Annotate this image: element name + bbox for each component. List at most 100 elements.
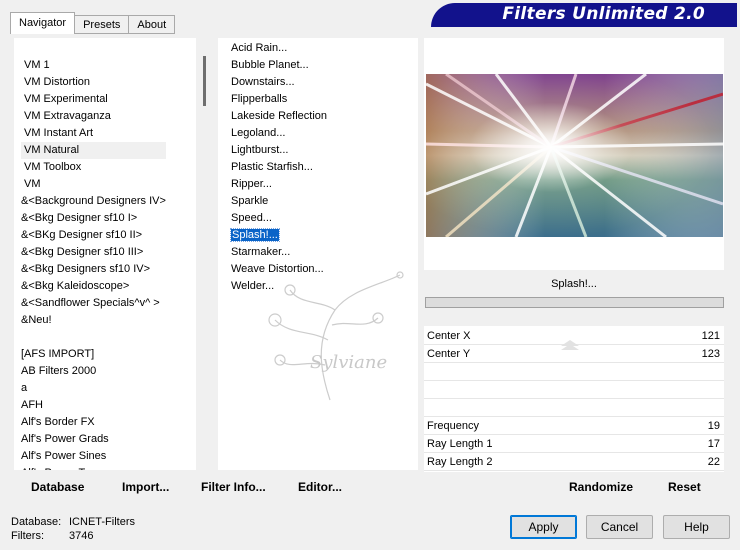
filter-item-label: Legoland... bbox=[231, 127, 286, 139]
param-toolbar: Randomize Reset bbox=[424, 474, 724, 498]
filter-item[interactable]: Lakeside Reflection bbox=[229, 108, 419, 125]
filter-item[interactable]: Splash!... bbox=[229, 227, 419, 244]
category-item[interactable]: [AFS IMPORT] bbox=[21, 346, 166, 363]
category-item[interactable]: &<Bkg Designers sf10 IV> bbox=[21, 261, 166, 278]
cancel-button[interactable]: Cancel bbox=[586, 515, 653, 539]
title-banner: Filters Unlimited 2.0 bbox=[431, 3, 737, 27]
help-button[interactable]: Help bbox=[663, 515, 730, 539]
filter-item[interactable]: Downstairs... bbox=[229, 74, 419, 91]
database-label: Database: bbox=[11, 516, 62, 528]
category-item[interactable]: VM bbox=[21, 176, 166, 193]
filter-item[interactable]: Flipperballs bbox=[229, 91, 419, 108]
filter-item[interactable]: Ripper... bbox=[229, 176, 419, 193]
category-list-panel[interactable]: VM 1 VM Distortion VM Experimental VM Extra… bbox=[14, 38, 212, 470]
filter-item[interactable]: Legoland... bbox=[229, 125, 419, 142]
category-item[interactable]: VM Instant Art bbox=[21, 125, 166, 142]
category-item[interactable]: &<Bkg Designer sf10 I> bbox=[21, 210, 166, 227]
filter-info-button[interactable]: Filter Info... bbox=[201, 480, 266, 494]
parameter-panel: Center X 121 Center Y 123 Frequency 19 R… bbox=[424, 326, 724, 472]
category-list: VM 1 VM Distortion VM Experimental VM Extra… bbox=[21, 57, 166, 470]
filter-item[interactable]: Speed... bbox=[229, 210, 419, 227]
category-item[interactable]: &<Sandflower Specials^v^ > bbox=[21, 295, 166, 312]
filter-item[interactable]: Sparkle bbox=[229, 193, 419, 210]
filter-item[interactable]: Acid Rain... bbox=[229, 40, 419, 57]
param-row[interactable] bbox=[424, 364, 724, 381]
filter-item-label: Plastic Starfish... bbox=[231, 161, 313, 173]
category-item-label: AB Filters 2000 bbox=[21, 365, 97, 377]
category-item-label: &<Bkg Designer sf10 III> bbox=[21, 246, 144, 258]
category-item[interactable]: &<BKg Designer sf10 II> bbox=[21, 227, 166, 244]
category-item[interactable]: a bbox=[21, 380, 166, 397]
randomize-button[interactable]: Randomize bbox=[569, 480, 633, 494]
category-item-label: VM Natural bbox=[24, 144, 80, 156]
category-item[interactable]: Alf's Power Sines bbox=[21, 448, 166, 465]
app-title: Filters Unlimited 2.0 bbox=[502, 4, 705, 24]
filter-item-label: Flipperballs bbox=[231, 93, 288, 105]
category-item[interactable]: VM Experimental bbox=[21, 91, 166, 108]
category-item-label: Alf's Power Grads bbox=[21, 433, 109, 445]
category-item[interactable]: VM Extravaganza bbox=[21, 108, 166, 125]
filter-item-label: Ripper... bbox=[231, 178, 272, 190]
param-name: Frequency bbox=[427, 420, 479, 432]
category-item[interactable]: AFH bbox=[21, 397, 166, 414]
progress-bar bbox=[425, 297, 724, 308]
param-row[interactable]: Ray Length 2 22 bbox=[424, 454, 724, 471]
category-item[interactable]: VM Toolbox bbox=[21, 159, 166, 176]
category-item[interactable]: &<Bkg Designer sf10 III> bbox=[21, 244, 166, 261]
category-item[interactable]: Alf's Power Grads bbox=[21, 431, 166, 448]
database-status: Database: ICNET-Filters bbox=[11, 516, 135, 528]
category-item[interactable]: &<Background Designers IV> bbox=[21, 193, 166, 210]
reset-button[interactable]: Reset bbox=[668, 480, 701, 494]
category-item[interactable]: Alf's Border FX bbox=[21, 414, 166, 431]
tab-about[interactable]: About bbox=[128, 15, 176, 34]
filter-list: Acid Rain... Bubble Planet... Downstairs..… bbox=[229, 40, 419, 295]
param-name: Ray Length 2 bbox=[427, 456, 493, 468]
param-row[interactable] bbox=[424, 400, 724, 417]
category-item[interactable] bbox=[21, 329, 166, 346]
param-name: Ray Length 1 bbox=[427, 438, 493, 450]
filters-count: 3746 bbox=[69, 530, 94, 542]
param-row[interactable] bbox=[424, 382, 724, 399]
param-row[interactable]: Ray Length 1 17 bbox=[424, 436, 724, 453]
scrollbar-thumb[interactable] bbox=[203, 56, 206, 106]
filter-item[interactable]: Plastic Starfish... bbox=[229, 159, 419, 176]
category-item[interactable]: Alf's Power Toys bbox=[21, 465, 166, 470]
category-item-label: &<Bkg Designer sf10 I> bbox=[21, 212, 138, 224]
filter-item[interactable]: Bubble Planet... bbox=[229, 57, 419, 74]
filter-item[interactable]: Starmaker... bbox=[229, 244, 419, 261]
category-item-label: Alf's Power Toys bbox=[21, 467, 101, 470]
category-item-label: Alf's Power Sines bbox=[21, 450, 107, 462]
param-row[interactable]: Center X 121 bbox=[424, 328, 724, 346]
param-row[interactable]: Center Y 123 bbox=[424, 344, 724, 363]
category-item[interactable]: AB Filters 2000 bbox=[21, 363, 166, 380]
tab-presets[interactable]: Presets bbox=[74, 15, 130, 34]
apply-button[interactable]: Apply bbox=[510, 515, 577, 539]
category-item-label: VM Instant Art bbox=[24, 127, 94, 139]
database-value: ICNET-Filters bbox=[69, 516, 135, 528]
category-item-label: a bbox=[21, 382, 28, 394]
editor-button[interactable]: Editor... bbox=[298, 480, 342, 494]
param-value: 121 bbox=[701, 330, 720, 342]
filter-preview-image[interactable] bbox=[426, 74, 723, 237]
slider-marker-icon[interactable] bbox=[561, 344, 579, 350]
param-row[interactable]: Frequency 19 bbox=[424, 418, 724, 435]
category-item-label: VM Experimental bbox=[24, 93, 108, 105]
filter-item-label: Speed... bbox=[231, 212, 272, 224]
category-item[interactable]: &Neu! bbox=[21, 312, 166, 329]
import-button[interactable]: Import... bbox=[122, 480, 169, 494]
category-item-label: &<Sandflower Specials^v^ > bbox=[21, 297, 160, 309]
category-scrollbar[interactable] bbox=[196, 38, 214, 470]
database-button[interactable]: Database bbox=[31, 480, 84, 494]
filter-item-label: Acid Rain... bbox=[231, 42, 288, 54]
category-item-label: &<BKg Designer sf10 II> bbox=[21, 229, 143, 241]
category-item-label: VM bbox=[24, 178, 41, 190]
tab-navigator[interactable]: Navigator bbox=[10, 12, 76, 34]
category-item[interactable]: VM 1 bbox=[21, 57, 166, 74]
category-item-label: &<Background Designers IV> bbox=[21, 195, 166, 207]
category-item[interactable]: &<Bkg Kaleidoscope> bbox=[21, 278, 166, 295]
filter-list-panel[interactable]: Acid Rain... Bubble Planet... Downstairs..… bbox=[218, 38, 418, 470]
param-value: 123 bbox=[701, 348, 720, 360]
category-item[interactable]: VM Natural bbox=[21, 142, 166, 159]
filter-item[interactable]: Lightburst... bbox=[229, 142, 419, 159]
category-item[interactable]: VM Distortion bbox=[21, 74, 166, 91]
